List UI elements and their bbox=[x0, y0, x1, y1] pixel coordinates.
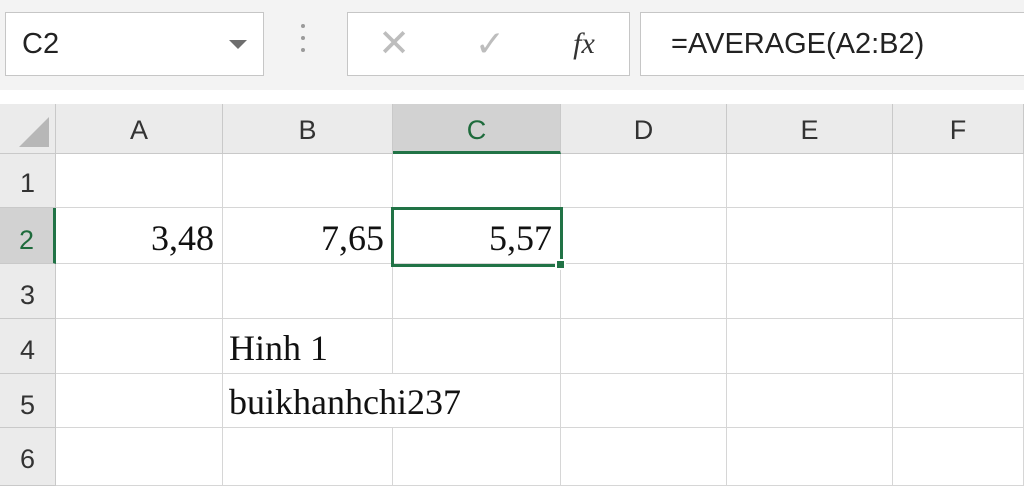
cell-a5[interactable] bbox=[56, 374, 223, 428]
cell-b6[interactable] bbox=[223, 428, 393, 486]
cell-f2[interactable] bbox=[893, 208, 1024, 264]
cell-b4[interactable]: Hinh 1 bbox=[223, 319, 393, 374]
cell-b2-value: 7,65 bbox=[321, 218, 384, 258]
cell-d4[interactable] bbox=[561, 319, 727, 374]
cell-c4[interactable] bbox=[393, 319, 561, 374]
column-header-c[interactable]: C bbox=[393, 104, 561, 154]
formula-text: =AVERAGE(A2:B2) bbox=[671, 28, 925, 60]
name-box-value: C2 bbox=[22, 28, 60, 60]
insert-function-icon[interactable]: fx bbox=[554, 13, 614, 75]
row-header-4[interactable]: 4 bbox=[0, 319, 56, 374]
column-header-f[interactable]: F bbox=[893, 104, 1024, 154]
cell-a1[interactable] bbox=[56, 154, 223, 208]
enter-check-icon[interactable]: ✓ bbox=[466, 13, 514, 75]
cell-d5[interactable] bbox=[561, 374, 727, 428]
cell-b3[interactable] bbox=[223, 264, 393, 319]
cell-d3[interactable] bbox=[561, 264, 727, 319]
name-box[interactable]: C2 bbox=[5, 12, 264, 76]
cell-e1[interactable] bbox=[727, 154, 893, 208]
cell-c2-value: 5,57 bbox=[489, 218, 552, 258]
cell-f3[interactable] bbox=[893, 264, 1024, 319]
cell-e5[interactable] bbox=[727, 374, 893, 428]
formula-buttons: ✕ ✓ fx bbox=[347, 12, 630, 76]
column-header-a[interactable]: A bbox=[56, 104, 223, 154]
formula-bar-area: C2 ✕ ✓ fx =AVERAGE(A2:B2) bbox=[0, 0, 1024, 90]
spreadsheet-grid: A B C D E F 1 2 3 4 5 6 3,48 7,65 5,57 H… bbox=[0, 104, 1024, 499]
column-header-e[interactable]: E bbox=[727, 104, 893, 154]
formula-input[interactable]: =AVERAGE(A2:B2) bbox=[640, 12, 1024, 76]
cell-c5[interactable] bbox=[393, 374, 561, 428]
cell-e3[interactable] bbox=[727, 264, 893, 319]
row-header-3[interactable]: 3 bbox=[0, 264, 56, 319]
cell-b4-value: Hinh 1 bbox=[229, 328, 328, 368]
cell-e6[interactable] bbox=[727, 428, 893, 486]
cell-a3[interactable] bbox=[56, 264, 223, 319]
cell-c2-active[interactable]: 5,57 bbox=[393, 208, 561, 264]
cell-b2[interactable]: 7,65 bbox=[223, 208, 393, 264]
cell-a2-value: 3,48 bbox=[151, 218, 214, 258]
cell-e4[interactable] bbox=[727, 319, 893, 374]
cell-d2[interactable] bbox=[561, 208, 727, 264]
cell-d6[interactable] bbox=[561, 428, 727, 486]
cell-f1[interactable] bbox=[893, 154, 1024, 208]
row-header-2[interactable]: 2 bbox=[0, 208, 56, 264]
cell-e2[interactable] bbox=[727, 208, 893, 264]
row-header-1[interactable]: 1 bbox=[0, 154, 56, 208]
cell-a2[interactable]: 3,48 bbox=[56, 208, 223, 264]
cell-f5[interactable] bbox=[893, 374, 1024, 428]
cell-b5[interactable]: buikhanhchi237 bbox=[223, 374, 461, 428]
chevron-down-icon[interactable] bbox=[229, 40, 247, 49]
cancel-icon[interactable]: ✕ bbox=[370, 13, 418, 75]
cell-c3[interactable] bbox=[393, 264, 561, 319]
select-all-icon bbox=[19, 117, 49, 147]
cell-a6[interactable] bbox=[56, 428, 223, 486]
cell-b1[interactable] bbox=[223, 154, 393, 208]
column-header-d[interactable]: D bbox=[561, 104, 727, 154]
drag-handle-icon[interactable] bbox=[300, 24, 306, 60]
cell-d1[interactable] bbox=[561, 154, 727, 208]
select-all-button[interactable] bbox=[0, 104, 56, 154]
cell-f4[interactable] bbox=[893, 319, 1024, 374]
cell-f6[interactable] bbox=[893, 428, 1024, 486]
cell-c1[interactable] bbox=[393, 154, 561, 208]
column-header-b[interactable]: B bbox=[223, 104, 393, 154]
fill-handle[interactable] bbox=[555, 259, 566, 270]
cell-a4[interactable] bbox=[56, 319, 223, 374]
row-header-5[interactable]: 5 bbox=[0, 374, 56, 428]
cell-c6[interactable] bbox=[393, 428, 561, 486]
row-header-6[interactable]: 6 bbox=[0, 428, 56, 486]
